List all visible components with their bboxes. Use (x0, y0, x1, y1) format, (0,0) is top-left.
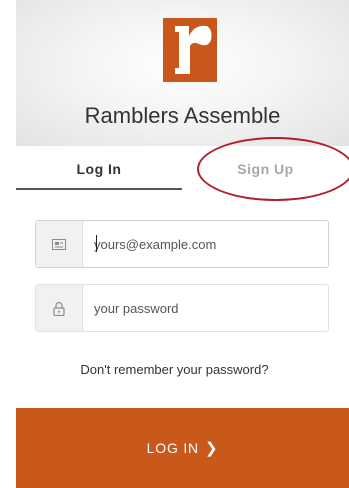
highlight-ellipse-annotation (197, 137, 349, 201)
text-cursor (96, 235, 97, 252)
chevron-right-icon: ❯ (204, 440, 219, 457)
app-logo (163, 18, 217, 82)
email-input[interactable] (94, 221, 322, 267)
app-title: Ramblers Assemble (84, 103, 281, 128)
tab-log-in[interactable]: Log In (16, 146, 182, 190)
envelope-icon (36, 221, 83, 267)
password-field[interactable] (35, 284, 329, 332)
lock-icon (36, 285, 83, 331)
forgot-password-link[interactable]: Don't remember your password? (0, 362, 349, 377)
log-in-button[interactable]: LOG IN ❯ (16, 408, 349, 488)
header-banner: Ramblers Assemble (16, 0, 349, 146)
password-input[interactable] (94, 285, 322, 331)
email-field[interactable] (35, 220, 329, 268)
log-in-button-label: LOG IN (146, 440, 199, 456)
logo-r-glyph (175, 25, 212, 74)
